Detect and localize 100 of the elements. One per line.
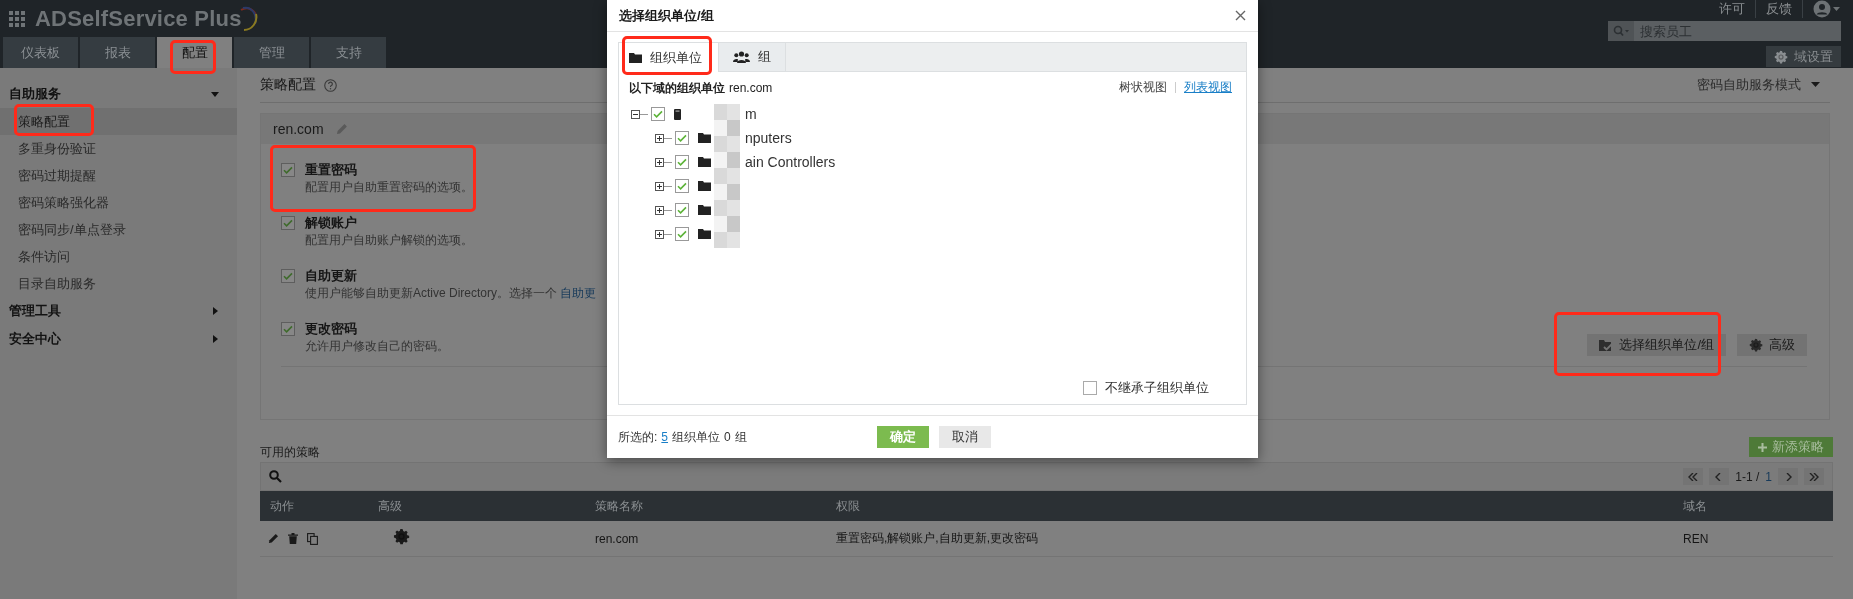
folder-icon [629, 52, 642, 63]
selected-count-link[interactable]: 5 [661, 430, 669, 444]
section-title: 可用的策略 [260, 443, 320, 461]
page-title: 策略配置 [260, 76, 316, 94]
view-label[interactable]: 树状视图 [1119, 78, 1167, 96]
select-ou-button[interactable]: 选择组织单位/组 [1587, 334, 1726, 356]
view-link[interactable]: 列表视图 [1184, 78, 1232, 96]
trash-icon[interactable] [288, 533, 298, 544]
sidebar-item[interactable]: 条件访问 [0, 243, 237, 270]
tree-node-label[interactable]: nputers [745, 130, 792, 146]
checkbox[interactable] [675, 203, 689, 217]
nav-tab[interactable]: 管理 [234, 37, 309, 68]
sidebar-item[interactable]: 多重身份验证 [0, 135, 237, 162]
sidebar-item[interactable]: 密码策略强化器 [0, 189, 237, 216]
feature-title: 更改密码 [305, 320, 358, 337]
header-link[interactable]: 许可 [1719, 0, 1756, 18]
tree-node-label[interactable]: m [745, 106, 757, 122]
section-label[interactable]: 管理工具 [9, 302, 61, 320]
chevron-icon [1688, 472, 1699, 481]
confirm-button[interactable]: 确定 [877, 426, 929, 448]
mode-selector[interactable]: 密码自助服务模式 [1697, 76, 1801, 94]
checkbox[interactable] [675, 179, 689, 193]
checkbox[interactable] [675, 155, 689, 169]
expander-icon[interactable] [655, 205, 664, 215]
dialog-tab[interactable]: 组织单位 [619, 43, 719, 72]
page-total[interactable]: 1 [1765, 469, 1772, 484]
server-icon [674, 108, 681, 120]
selection-unit: 组织单位 [672, 428, 721, 446]
expander-icon[interactable] [631, 109, 640, 119]
checkbox[interactable] [281, 322, 295, 336]
table-cell-text: ren.com [594, 531, 640, 546]
feature-description: 配置用户自助账户解锁的选项。 [305, 232, 473, 249]
section-label[interactable]: 自助服务 [9, 85, 61, 103]
folder-icon [698, 133, 711, 143]
add-policy-button[interactable]: 新添策略 [1749, 437, 1833, 457]
feature-description: 配置用户自助重置密码的选项。 [305, 179, 473, 196]
header-link[interactable]: 反馈 [1766, 0, 1803, 18]
selection-unit: 组 [734, 428, 747, 446]
domain-settings-button[interactable]: 域设置 [1766, 46, 1841, 67]
folder-icon [698, 205, 711, 215]
sidebar-item[interactable]: 密码同步/单点登录 [0, 216, 237, 243]
checkbox[interactable] [675, 227, 689, 241]
settings-icon [1749, 338, 1763, 352]
sidebar-item[interactable]: 目录自助服务 [0, 270, 237, 297]
column-header: 动作 [269, 497, 295, 515]
tree-node-label[interactable]: ain Controllers [745, 154, 836, 170]
product-name: ADSelfService Plus [35, 5, 242, 32]
first-page-button[interactable] [1683, 468, 1704, 485]
help-icon[interactable] [324, 78, 337, 92]
checkbox-label: 不继承子组织单位 [1105, 379, 1209, 397]
expander-icon[interactable] [655, 181, 664, 191]
copy-icon[interactable] [307, 532, 318, 545]
swoosh-icon [239, 5, 258, 32]
nav-tab[interactable]: 仪表板 [3, 37, 78, 68]
dialog-title: 选择组织单位/组 [619, 6, 714, 25]
expander-icon[interactable] [655, 133, 664, 143]
pencil-icon[interactable] [268, 533, 279, 544]
user-menu-icon[interactable] [1813, 0, 1841, 18]
search-icon[interactable] [269, 470, 282, 483]
feature-link[interactable]: 自助更 [560, 286, 597, 300]
feature-description: 使用户能够自助更新Active Directory。选择一个 自助更 [305, 285, 597, 302]
nav-tab[interactable]: 支持 [311, 37, 386, 68]
tree-heading: 以下域的组织单位 [629, 80, 725, 95]
checkbox[interactable] [651, 107, 665, 121]
checkbox[interactable] [281, 269, 295, 283]
chevron-icon [1809, 472, 1819, 481]
caret-icon[interactable] [1811, 82, 1820, 88]
sidebar-item[interactable]: 密码过期提醒 [0, 162, 237, 189]
selection-count: 0 [724, 430, 731, 444]
checkbox[interactable] [281, 216, 295, 230]
users-icon [733, 51, 750, 63]
folder-icon [698, 157, 711, 167]
checkbox[interactable] [281, 163, 295, 177]
feature-title: 重置密码 [305, 161, 358, 178]
nav-tab[interactable]: 报表 [80, 37, 155, 68]
expander-icon[interactable] [655, 229, 664, 239]
advanced-button[interactable]: 高级 [1737, 334, 1807, 356]
table-cell-text: 重置密码,解锁账户,自助更新,更改密码 [835, 530, 1039, 547]
checkbox[interactable] [1083, 381, 1097, 395]
next-page-button[interactable] [1778, 468, 1798, 485]
nav-tab[interactable]: 配置 [157, 37, 232, 68]
domain-name: ren.com [273, 121, 324, 137]
feature-title: 解锁账户 [305, 214, 358, 231]
page-range: 1-1 / [1735, 469, 1760, 484]
folder-icon [698, 229, 711, 239]
column-header: 权限 [835, 497, 861, 515]
column-header: 高级 [377, 497, 403, 515]
checkbox[interactable] [675, 131, 689, 145]
plus-icon [1758, 442, 1767, 452]
section-label[interactable]: 安全中心 [9, 330, 61, 348]
feature-title: 自助更新 [305, 267, 358, 284]
previous-page-button[interactable] [1709, 468, 1730, 485]
close-icon[interactable] [1235, 10, 1246, 21]
column-header: 策略名称 [594, 497, 644, 515]
settings-icon[interactable] [393, 528, 410, 545]
app-grid-icon[interactable] [9, 10, 25, 27]
expander-icon[interactable] [655, 157, 664, 167]
last-page-button[interactable] [1804, 468, 1824, 485]
cancel-button[interactable]: 取消 [939, 426, 991, 448]
selection-label: 所选的: [618, 428, 658, 446]
